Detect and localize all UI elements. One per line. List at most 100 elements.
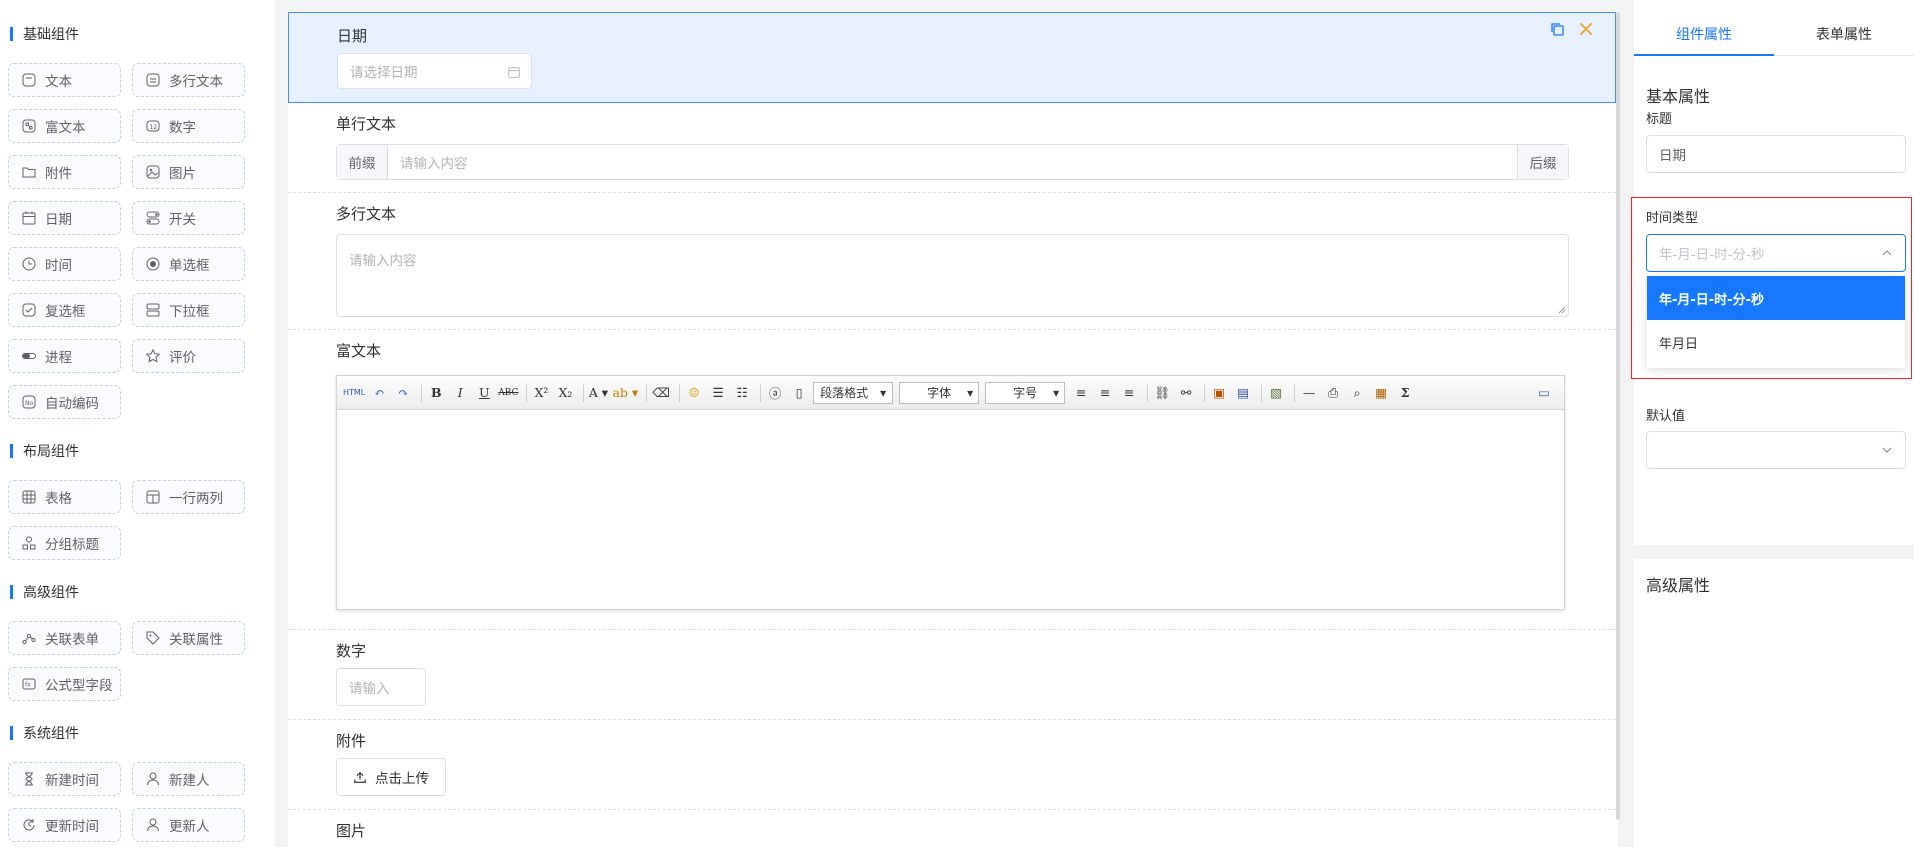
palette-item-related-attr[interactable]: 关联属性 [132,621,245,655]
chevron-down-icon [1882,447,1892,453]
textarea-input[interactable]: 请输入内容 [336,234,1569,317]
palette-item-select[interactable]: 下拉框 [132,293,245,327]
palette-item-date[interactable]: 日期 [8,201,121,235]
default-value-select[interactable] [1646,431,1906,469]
italic-icon[interactable]: I [450,382,470,404]
palette-item-textarea[interactable]: 多行文本 [132,63,245,97]
folder-icon [22,167,36,178]
field-number[interactable]: 数字 请输入 [288,630,1616,720]
palette-item-group-title[interactable]: 分组标题 [8,526,121,560]
fullscreen-icon[interactable]: ▭ [1534,382,1554,404]
upload-button[interactable]: 点击上传 [336,758,446,796]
palette-item-rating[interactable]: 评价 [132,339,245,373]
rich-text-editor[interactable]: HTML ↶ ↷ B I U ABC X² X₂ A ▾ ab ▾ ⌫ ☺ ☰ … [336,375,1565,610]
preview-icon[interactable]: ⌕ [1347,382,1367,404]
link-icon[interactable]: ⛓ [1152,382,1172,404]
advanced-props-title: 高级属性 [1646,576,1711,595]
tab-component-props[interactable]: 组件属性 [1634,12,1774,56]
palette-item-text[interactable]: 文本 [8,63,121,97]
palette-item-autocode[interactable]: No 自动编码 [8,385,121,419]
text-input-group[interactable]: 前缀 请输入内容 后缀 [336,144,1569,180]
text-input-placeholder[interactable]: 请输入内容 [400,152,468,172]
title-input[interactable]: 日期 [1646,135,1906,173]
field-image[interactable]: 图片 [288,810,1616,847]
dropdown-option[interactable]: 年-月-日-时-分-秒 [1647,276,1905,320]
palette-item-table[interactable]: 表格 [8,480,121,514]
html-source-button[interactable]: HTML [343,382,365,404]
palette-item-number[interactable]: 12 数字 [132,109,245,143]
tab-form-props[interactable]: 表单属性 [1774,12,1914,56]
date-picker-input[interactable]: 请选择日期 [337,53,532,89]
field-textarea[interactable]: 多行文本 请输入内容 [288,193,1616,330]
palette-item-create-time[interactable]: 新建时间 [8,762,121,796]
redo-icon[interactable]: ↷ [393,382,413,404]
palette-item-update-time[interactable]: 更新时间 [8,808,121,842]
horizontal-rule-icon[interactable]: — [1299,382,1319,404]
palette-item-image[interactable]: 图片 [132,155,245,189]
superscript-icon[interactable]: X² [531,382,551,404]
insert-map-icon[interactable]: ▧ [1266,382,1286,404]
palette-item-related-form[interactable]: 关联表单 [8,621,121,655]
highlight-color-icon[interactable]: ab ▾ [612,382,638,404]
bold-icon[interactable]: B [426,382,446,404]
insert-video-icon[interactable]: ▤ [1233,382,1253,404]
palette-item-attachment[interactable]: 附件 [8,155,121,189]
print-icon[interactable]: ⎙ [1323,382,1343,404]
font-color-icon[interactable]: A ▾ [588,382,608,404]
unordered-list-icon[interactable]: ☷ [732,382,752,404]
eraser-icon[interactable]: ⌫ [651,382,671,404]
number-icon: 12 [146,120,160,132]
canvas-scrollbar[interactable] [1616,12,1620,820]
text-icon [22,73,36,87]
progress-icon [22,353,36,359]
align-center-icon[interactable]: ≡ [1095,382,1115,404]
close-icon[interactable] [1577,20,1595,38]
dropdown-option[interactable]: 年月日 [1647,320,1905,364]
field-attachment[interactable]: 附件 点击上传 [288,720,1616,810]
formula-icon[interactable]: Σ [1395,382,1415,404]
editor-content-area[interactable] [337,410,1564,609]
svg-text:No: No [25,400,33,407]
subscript-icon[interactable]: X₂ [555,382,575,404]
number-input[interactable]: 请输入 [336,668,426,706]
field-label: 数字 [336,642,367,660]
page-icon[interactable]: ▯ [789,382,809,404]
palette-item-switch[interactable]: 开关 [132,201,245,235]
paste-icon[interactable]: ▦ [1371,382,1391,404]
field-date[interactable]: 日期 请选择日期 [288,12,1616,103]
align-right-icon[interactable]: ≡ [1119,382,1139,404]
copy-icon[interactable] [1549,21,1565,37]
font-size-select[interactable]: 字号 ▾ [985,381,1066,404]
palette-item-creator[interactable]: 新建人 [132,762,245,796]
palette-item-time[interactable]: 时间 [8,247,121,281]
underline-icon[interactable]: U [474,382,494,404]
emoji-icon[interactable]: ☺ [684,382,704,404]
palette-item-two-cols[interactable]: 一行两列 [132,480,245,514]
palette-item-progress[interactable]: 进程 [8,339,121,373]
anchor-icon[interactable]: ⓐ [765,382,785,404]
insert-image-icon[interactable]: ▣ [1209,382,1229,404]
palette-item-radio[interactable]: 单选框 [132,247,245,281]
switch-icon [146,211,160,225]
undo-icon[interactable]: ↶ [369,382,389,404]
palette-item-richtext[interactable]: 富文本 [8,109,121,143]
align-left-icon[interactable]: ≡ [1071,382,1091,404]
field-label: 单行文本 [336,115,397,133]
field-richtext[interactable]: 富文本 HTML ↶ ↷ B I U ABC X² X₂ A ▾ ab ▾ ⌫ [288,330,1616,630]
hourglass-icon [25,772,33,786]
palette-item-checkbox[interactable]: 复选框 [8,293,121,327]
resize-handle-icon[interactable] [1558,306,1566,314]
svg-text:fx: fx [25,682,31,689]
ordered-list-icon[interactable]: ☰ [708,382,728,404]
palette-item-formula[interactable]: fx 公式型字段 [8,667,121,701]
unlink-icon[interactable]: ⚯ [1176,382,1196,404]
calendar-icon [22,211,36,225]
strikethrough-icon[interactable]: ABC [498,382,518,404]
palette-item-updater[interactable]: 更新人 [132,808,245,842]
paragraph-format-select[interactable]: 段落格式 ▾ [813,381,894,404]
dropdown-arrow-icon: ▾ [967,385,974,400]
field-text[interactable]: 单行文本 前缀 请输入内容 后缀 [288,103,1616,193]
font-family-select[interactable]: 字体 ▾ [899,381,980,404]
panel-divider [1634,545,1914,559]
select-icon [146,303,160,317]
